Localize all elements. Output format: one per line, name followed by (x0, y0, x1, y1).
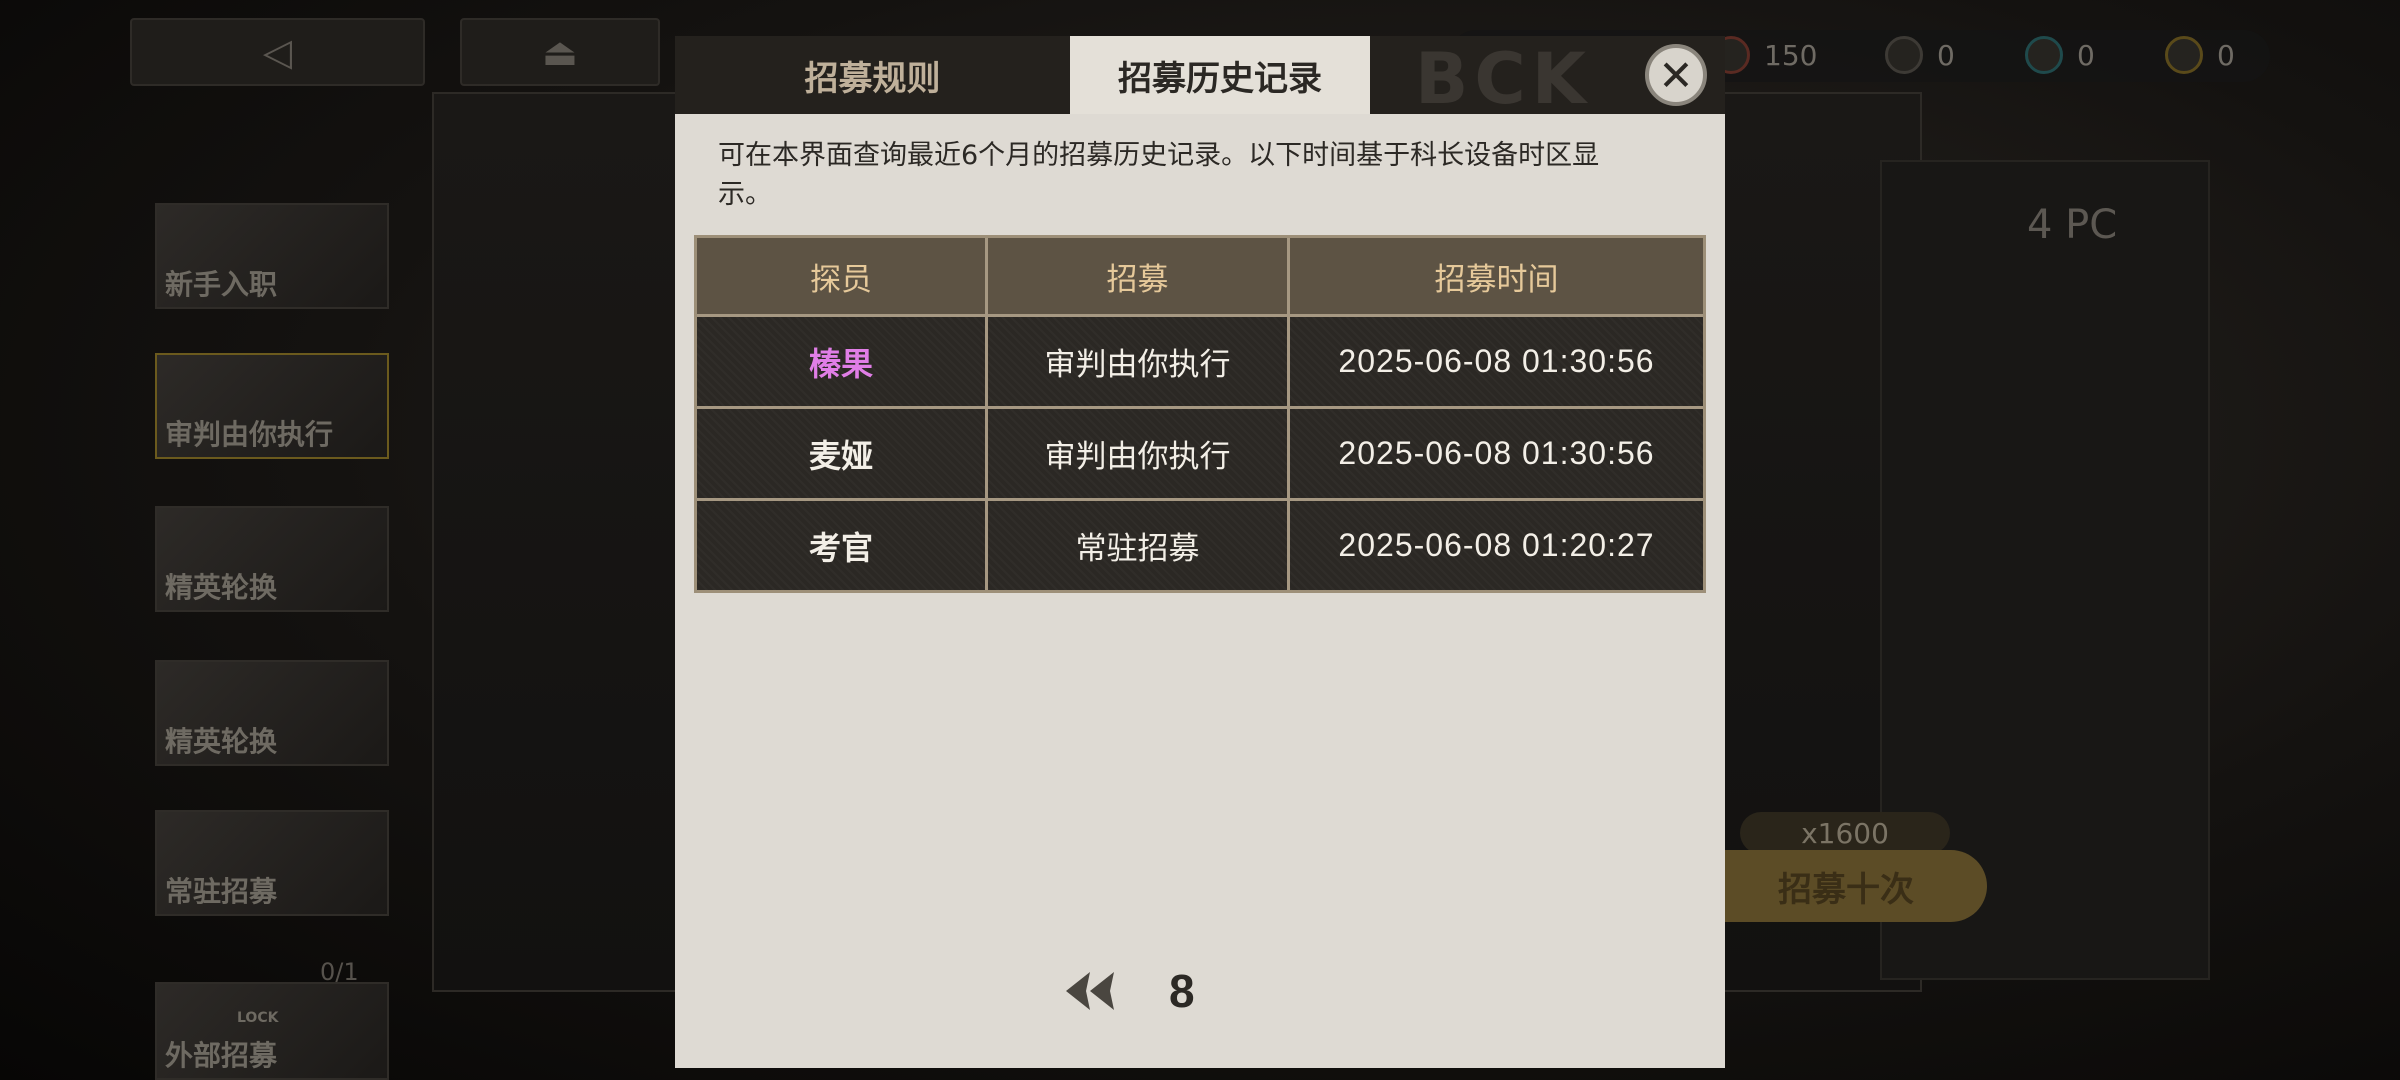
modal-body: 可在本界面查询最近6个月的招募历史记录。以下时间基于科长设备时区显示。 探员 招… (675, 114, 1725, 1068)
sidebar-banner-newbie[interactable]: 新手入职 (155, 203, 389, 309)
resource-item: 150 (1712, 36, 1817, 74)
table-row: 麦娅 审判由你执行 2025-06-08 01:30:56 (697, 406, 1703, 498)
page-number: 8 (1169, 965, 1195, 1017)
banner-name: 常驻招募 (985, 501, 1287, 590)
home-button[interactable]: ⏏ (460, 18, 660, 86)
recruit-time: 2025-06-08 01:30:56 (1287, 317, 1703, 406)
resource-item: 0 (2165, 36, 2235, 74)
card-label: 4 PC (2027, 202, 2118, 248)
tab-recruit-rules[interactable]: 招募规则 (675, 36, 1070, 114)
header-agent: 探员 (810, 261, 872, 298)
banner-name: 审判由你执行 (985, 317, 1287, 406)
sidebar-banner-judgment[interactable]: 审判由你执行 (155, 353, 389, 459)
history-notice: 可在本界面查询最近6个月的招募历史记录。以下时间基于科长设备时区显示。 (718, 140, 1600, 210)
lock-text: LOCK (237, 1010, 279, 1026)
header-time: 招募时间 (1287, 238, 1703, 314)
sidebar-banner-elite-1[interactable]: 精英轮换 (155, 506, 389, 612)
header-banner: 招募 (985, 238, 1287, 314)
recruit-history-modal: 招募规则 招募历史记录 BCK ✕ 可在本界面查询最近6个月的招募历史记录。以下… (675, 36, 1725, 1068)
pagination: 8 (1055, 956, 1355, 1026)
recruit-time: 2025-06-08 01:20:27 (1287, 501, 1703, 590)
gear-coin-icon (1885, 36, 1923, 74)
double-chevron-left-icon (1066, 972, 1114, 1010)
table-row: 考官 常驻招募 2025-06-08 01:20:27 (697, 498, 1703, 590)
table-header: 探员 招募 招募时间 (697, 238, 1703, 314)
close-button[interactable]: ✕ (1645, 44, 1707, 106)
tab-strip: 招募规则 招募历史记录 BCK ✕ (675, 36, 1725, 120)
sidebar-banner-elite-2[interactable]: 精英轮换 (155, 660, 389, 766)
prev-page-button[interactable] (1055, 961, 1125, 1021)
gold-coin-icon (2165, 36, 2203, 74)
agent-name: 考官 (697, 501, 985, 590)
cyan-coin-icon (2025, 36, 2063, 74)
tab-recruit-history[interactable]: 招募历史记录 (1070, 36, 1370, 114)
resource-item: 0 (2025, 36, 2095, 74)
history-table: 探员 招募 招募时间 榛果 审判由你执行 2025-06-08 01:30:56… (694, 235, 1706, 593)
sidebar-banner-external[interactable]: LOCK 外部招募 (155, 982, 389, 1080)
ten-pull-button[interactable]: 招募十次 (1705, 850, 1987, 922)
ten-pull-cost: x1600 (1740, 812, 1950, 854)
home-icon: ⏏ (542, 30, 578, 74)
close-x-icon: ✕ (1658, 50, 1694, 100)
back-triangle-icon: ◁ (262, 30, 293, 74)
agent-name: 麦娅 (697, 409, 985, 498)
sidebar-banner-standard[interactable]: 常驻招募 (155, 810, 389, 916)
agent-name: 榛果 (697, 317, 985, 406)
recruit-time: 2025-06-08 01:30:56 (1287, 409, 1703, 498)
table-row: 榛果 审判由你执行 2025-06-08 01:30:56 (697, 314, 1703, 406)
banner-name: 审判由你执行 (985, 409, 1287, 498)
back-button[interactable]: ◁ (130, 18, 425, 86)
resource-item: 0 (1885, 36, 1955, 74)
watermark-logo: BCK (1415, 38, 1592, 120)
